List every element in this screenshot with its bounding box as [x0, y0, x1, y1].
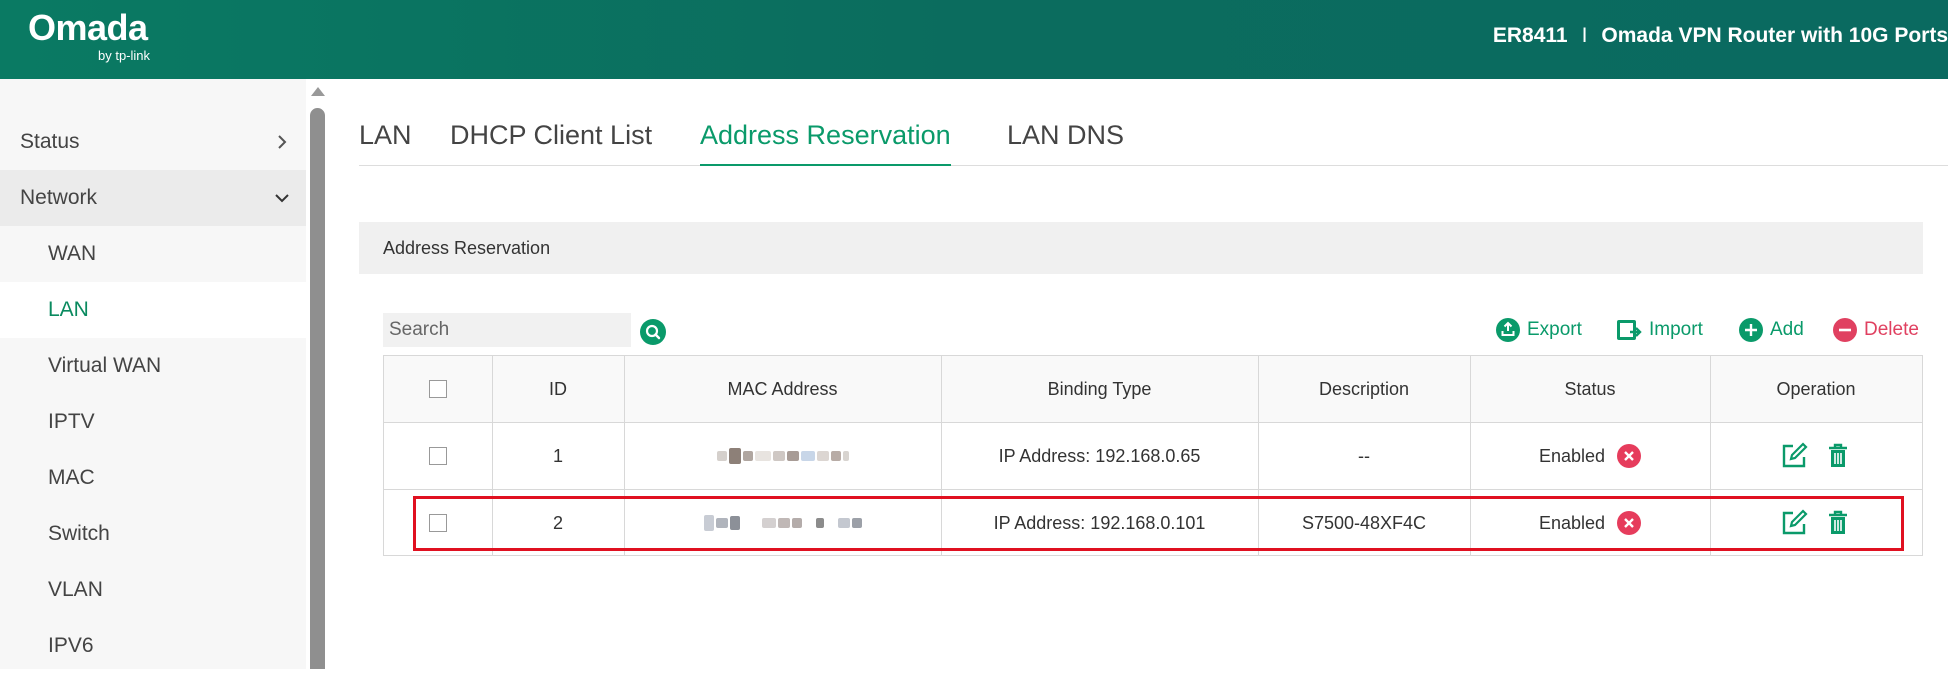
redacted-mac-address — [716, 448, 849, 464]
disable-x-icon[interactable] — [1617, 444, 1642, 468]
cell-status: Enabled — [1470, 423, 1710, 489]
column-header-status[interactable]: Status — [1470, 356, 1710, 422]
export-icon — [1496, 318, 1520, 342]
logo-wordmark: Omada — [28, 7, 148, 48]
delete-button[interactable]: Delete — [1833, 318, 1919, 342]
delete-label: Delete — [1864, 319, 1919, 340]
sidebar-item-label: Status — [20, 130, 80, 153]
import-icon — [1617, 320, 1642, 340]
top-header: Omada by tp-link ER8411 I Omada VPN Router… — [0, 0, 1948, 79]
column-header-mac[interactable]: MAC Address — [624, 356, 941, 422]
chevron-right-icon — [278, 135, 287, 149]
sidebar-item-label: Network — [20, 186, 98, 209]
device-model: ER8411 — [1492, 24, 1568, 47]
select-all-checkbox[interactable] — [429, 380, 447, 398]
tab-bar: LAN DHCP Client List Address Reservation… — [359, 120, 1948, 166]
export-button[interactable]: Export — [1496, 318, 1582, 342]
row-highlight-annotation — [413, 496, 1904, 551]
device-description: Omada VPN Router with 10G Ports — [1601, 24, 1948, 47]
cell-id: 1 — [552, 445, 563, 466]
export-label: Export — [1527, 319, 1582, 340]
cell-operation — [1710, 423, 1922, 489]
plus-circle-icon — [1739, 318, 1763, 342]
omada-logo[interactable]: Omada by tp-link — [28, 7, 150, 64]
import-label: Import — [1649, 319, 1703, 340]
sidebar-item-label: VLAN — [48, 578, 103, 601]
status-text: Enabled — [1538, 445, 1606, 466]
minus-circle-icon — [1833, 318, 1857, 342]
sidebar-item-label: IPV6 — [48, 634, 94, 657]
sidebar-item-vlan[interactable]: VLAN — [0, 562, 306, 618]
tab-lan[interactable]: LAN — [359, 120, 412, 166]
trash-icon[interactable] — [1824, 442, 1852, 470]
cell-binding-type: IP Address: 192.168.0.65 — [998, 445, 1201, 466]
add-button[interactable]: Add — [1739, 318, 1804, 342]
sidebar-item-status[interactable]: Status — [0, 114, 306, 170]
scroll-up-arrow-icon[interactable] — [311, 87, 325, 96]
sidebar: Status Network WAN LAN Virtual WAN IPTV … — [0, 79, 306, 669]
row-checkbox-cell — [384, 423, 492, 489]
row-checkbox[interactable] — [429, 447, 447, 465]
search-input[interactable] — [383, 313, 631, 347]
column-header-id[interactable]: ID — [492, 356, 624, 422]
chevron-down-icon — [275, 194, 289, 203]
sidebar-item-label: Virtual WAN — [48, 354, 162, 377]
logo-subtitle: by tp-link — [98, 48, 151, 63]
tab-dhcp-client-list[interactable]: DHCP Client List — [450, 120, 652, 166]
sidebar-item-iptv[interactable]: IPTV — [0, 394, 306, 450]
sidebar-item-network[interactable]: Network — [0, 170, 306, 226]
add-label: Add — [1770, 319, 1804, 340]
section-title: Address Reservation — [383, 238, 551, 258]
sidebar-scrollbar-thumb[interactable] — [310, 108, 325, 669]
sidebar-item-wan[interactable]: WAN — [0, 226, 306, 282]
sidebar-item-label: MAC — [48, 466, 95, 489]
cell-mac-redacted — [624, 423, 941, 489]
device-separator: I — [1581, 24, 1588, 47]
column-header-description[interactable]: Description — [1258, 356, 1470, 422]
sidebar-item-label: IPTV — [48, 410, 95, 433]
select-all-cell — [384, 356, 492, 422]
sidebar-item-ipv6[interactable]: IPV6 — [0, 618, 306, 674]
tab-lan-dns[interactable]: LAN DNS — [1007, 120, 1124, 166]
edit-icon[interactable] — [1780, 442, 1808, 470]
sidebar-item-mac[interactable]: MAC — [0, 450, 306, 506]
sidebar-item-label: Switch — [48, 522, 110, 545]
sidebar-item-label: LAN — [48, 298, 89, 321]
sidebar-item-switch[interactable]: Switch — [0, 506, 306, 562]
column-header-operation: Operation — [1776, 378, 1856, 399]
sidebar-item-lan[interactable]: LAN — [0, 282, 306, 338]
search-icon[interactable] — [640, 319, 666, 345]
cell-description: -- — [1358, 445, 1370, 466]
sidebar-item-virtual-wan[interactable]: Virtual WAN — [0, 338, 306, 394]
import-button[interactable]: Import — [1616, 318, 1703, 342]
column-header-binding[interactable]: Binding Type — [941, 356, 1258, 422]
sidebar-item-label: WAN — [48, 242, 97, 265]
section-header: Address Reservation — [359, 222, 1923, 274]
tab-address-reservation[interactable]: Address Reservation — [700, 120, 951, 166]
device-info: ER8411 I Omada VPN Router with 10G Ports — [1493, 24, 1948, 48]
